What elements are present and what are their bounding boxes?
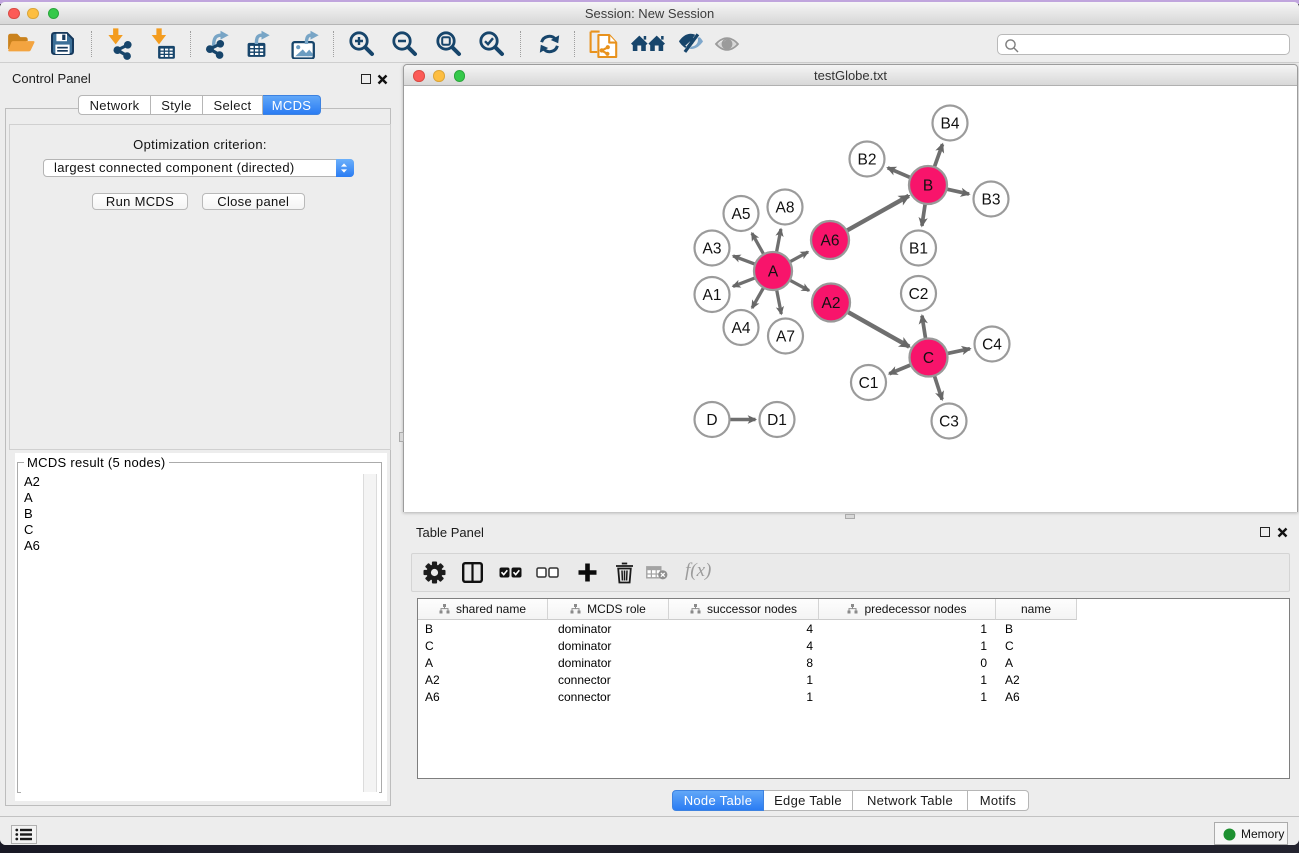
svg-text:D1: D1 [767,412,787,429]
svg-text:A: A [768,264,779,281]
svg-text:C2: C2 [909,286,929,303]
svg-text:A1: A1 [703,287,722,304]
svg-text:C4: C4 [982,337,1002,354]
svg-text:A6: A6 [821,233,840,250]
svg-text:A8: A8 [776,200,795,217]
svg-text:B1: B1 [909,241,928,258]
svg-text:A5: A5 [732,206,751,223]
svg-text:B: B [923,178,933,195]
svg-text:B3: B3 [982,192,1001,209]
svg-text:C3: C3 [939,414,959,431]
svg-text:A7: A7 [776,329,795,346]
svg-text:A4: A4 [732,320,751,337]
svg-text:A2: A2 [822,295,841,312]
svg-text:B4: B4 [941,116,960,133]
svg-text:B2: B2 [858,152,877,169]
svg-text:A3: A3 [703,241,722,258]
svg-text:C: C [923,350,934,367]
svg-text:D: D [706,412,717,429]
svg-text:C1: C1 [859,375,879,392]
